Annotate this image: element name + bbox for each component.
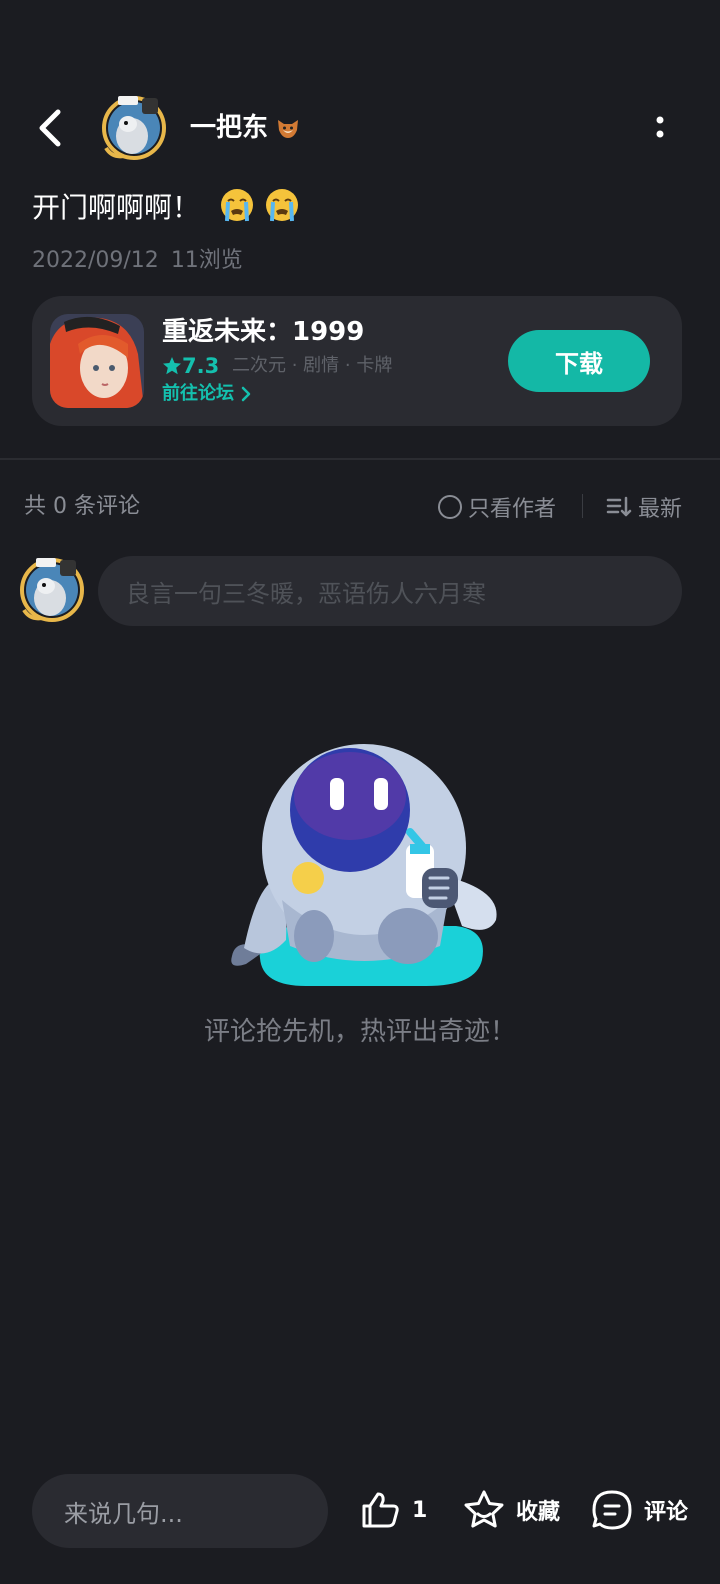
author-avatar[interactable] — [98, 90, 170, 162]
game-cover-image — [50, 314, 144, 408]
comment-button[interactable]: 评论 — [590, 1488, 688, 1532]
crying-face-emoji — [265, 189, 298, 222]
fox-emoji-icon — [278, 120, 299, 138]
post-date: 2022/09/12 — [32, 248, 159, 273]
sort-button[interactable]: 最新 — [606, 490, 682, 524]
radio-unchecked-icon — [438, 495, 462, 519]
sort-label: 最新 — [638, 497, 683, 522]
author-only-toggle[interactable]: 只看作者 — [438, 490, 556, 524]
forum-link-label: 前往论坛 — [162, 383, 234, 404]
toolbar-separator — [582, 494, 583, 518]
comment-count: 共 0 条评论 — [24, 494, 140, 519]
chevron-left-icon — [39, 109, 61, 147]
more-vertical-icon — [656, 116, 664, 138]
post-meta: 2022/09/12 11浏览 — [32, 244, 255, 278]
game-name: 重返未来：1999 — [162, 317, 365, 347]
empty-state-text: 评论抢先机，热评出奇迹！ — [203, 1017, 516, 1047]
comment-bubble-icon — [592, 1490, 632, 1530]
favorite-button[interactable]: 收藏 — [462, 1488, 560, 1532]
download-button[interactable]: 下载 — [508, 330, 650, 392]
my-avatar — [16, 552, 88, 624]
more-options-button[interactable] — [640, 108, 680, 148]
favorite-label: 收藏 — [516, 1500, 561, 1525]
star-icon — [163, 357, 181, 375]
game-tags: 二次元 · 剧情 · 卡牌 — [232, 355, 393, 376]
thumbs-up-icon — [362, 1492, 399, 1528]
game-rating-value: 7.3 — [182, 354, 220, 378]
author-name: 一把东 — [190, 113, 269, 143]
like-button[interactable]: 1 — [358, 1488, 427, 1532]
bottom-comment-input[interactable]: 来说几句... — [32, 1474, 328, 1548]
star-outline-icon — [464, 1490, 504, 1528]
robot-mascot-illustration — [231, 744, 497, 986]
avatar-image — [20, 558, 84, 622]
author-only-label: 只看作者 — [468, 497, 557, 522]
chevron-right-icon — [241, 386, 251, 402]
crying-face-emoji — [220, 189, 253, 222]
post-title-text: 开门啊啊啊！ — [32, 191, 201, 224]
post-views: 11浏览 — [170, 248, 243, 273]
post-title: 开门啊啊啊！ — [32, 186, 300, 230]
like-count: 1 — [412, 1497, 428, 1523]
comment-label: 评论 — [644, 1500, 689, 1525]
empty-state-mascot — [226, 740, 502, 996]
avatar-image — [102, 96, 166, 160]
author-name-row[interactable]: 一把东 — [190, 108, 302, 148]
section-divider — [0, 458, 720, 460]
game-rating: 7.3 — [162, 352, 219, 380]
back-button[interactable] — [28, 104, 76, 152]
forum-link[interactable]: 前往论坛 — [162, 380, 254, 408]
comment-input[interactable]: 良言一句三冬暖，恶语伤人六月寒 — [98, 556, 682, 626]
game-icon[interactable] — [50, 314, 144, 408]
sort-icon — [606, 496, 632, 517]
game-card[interactable]: 重返未来：1999 7.3 二次元 · 剧情 · 卡牌 前往论坛 下载 — [32, 296, 682, 426]
